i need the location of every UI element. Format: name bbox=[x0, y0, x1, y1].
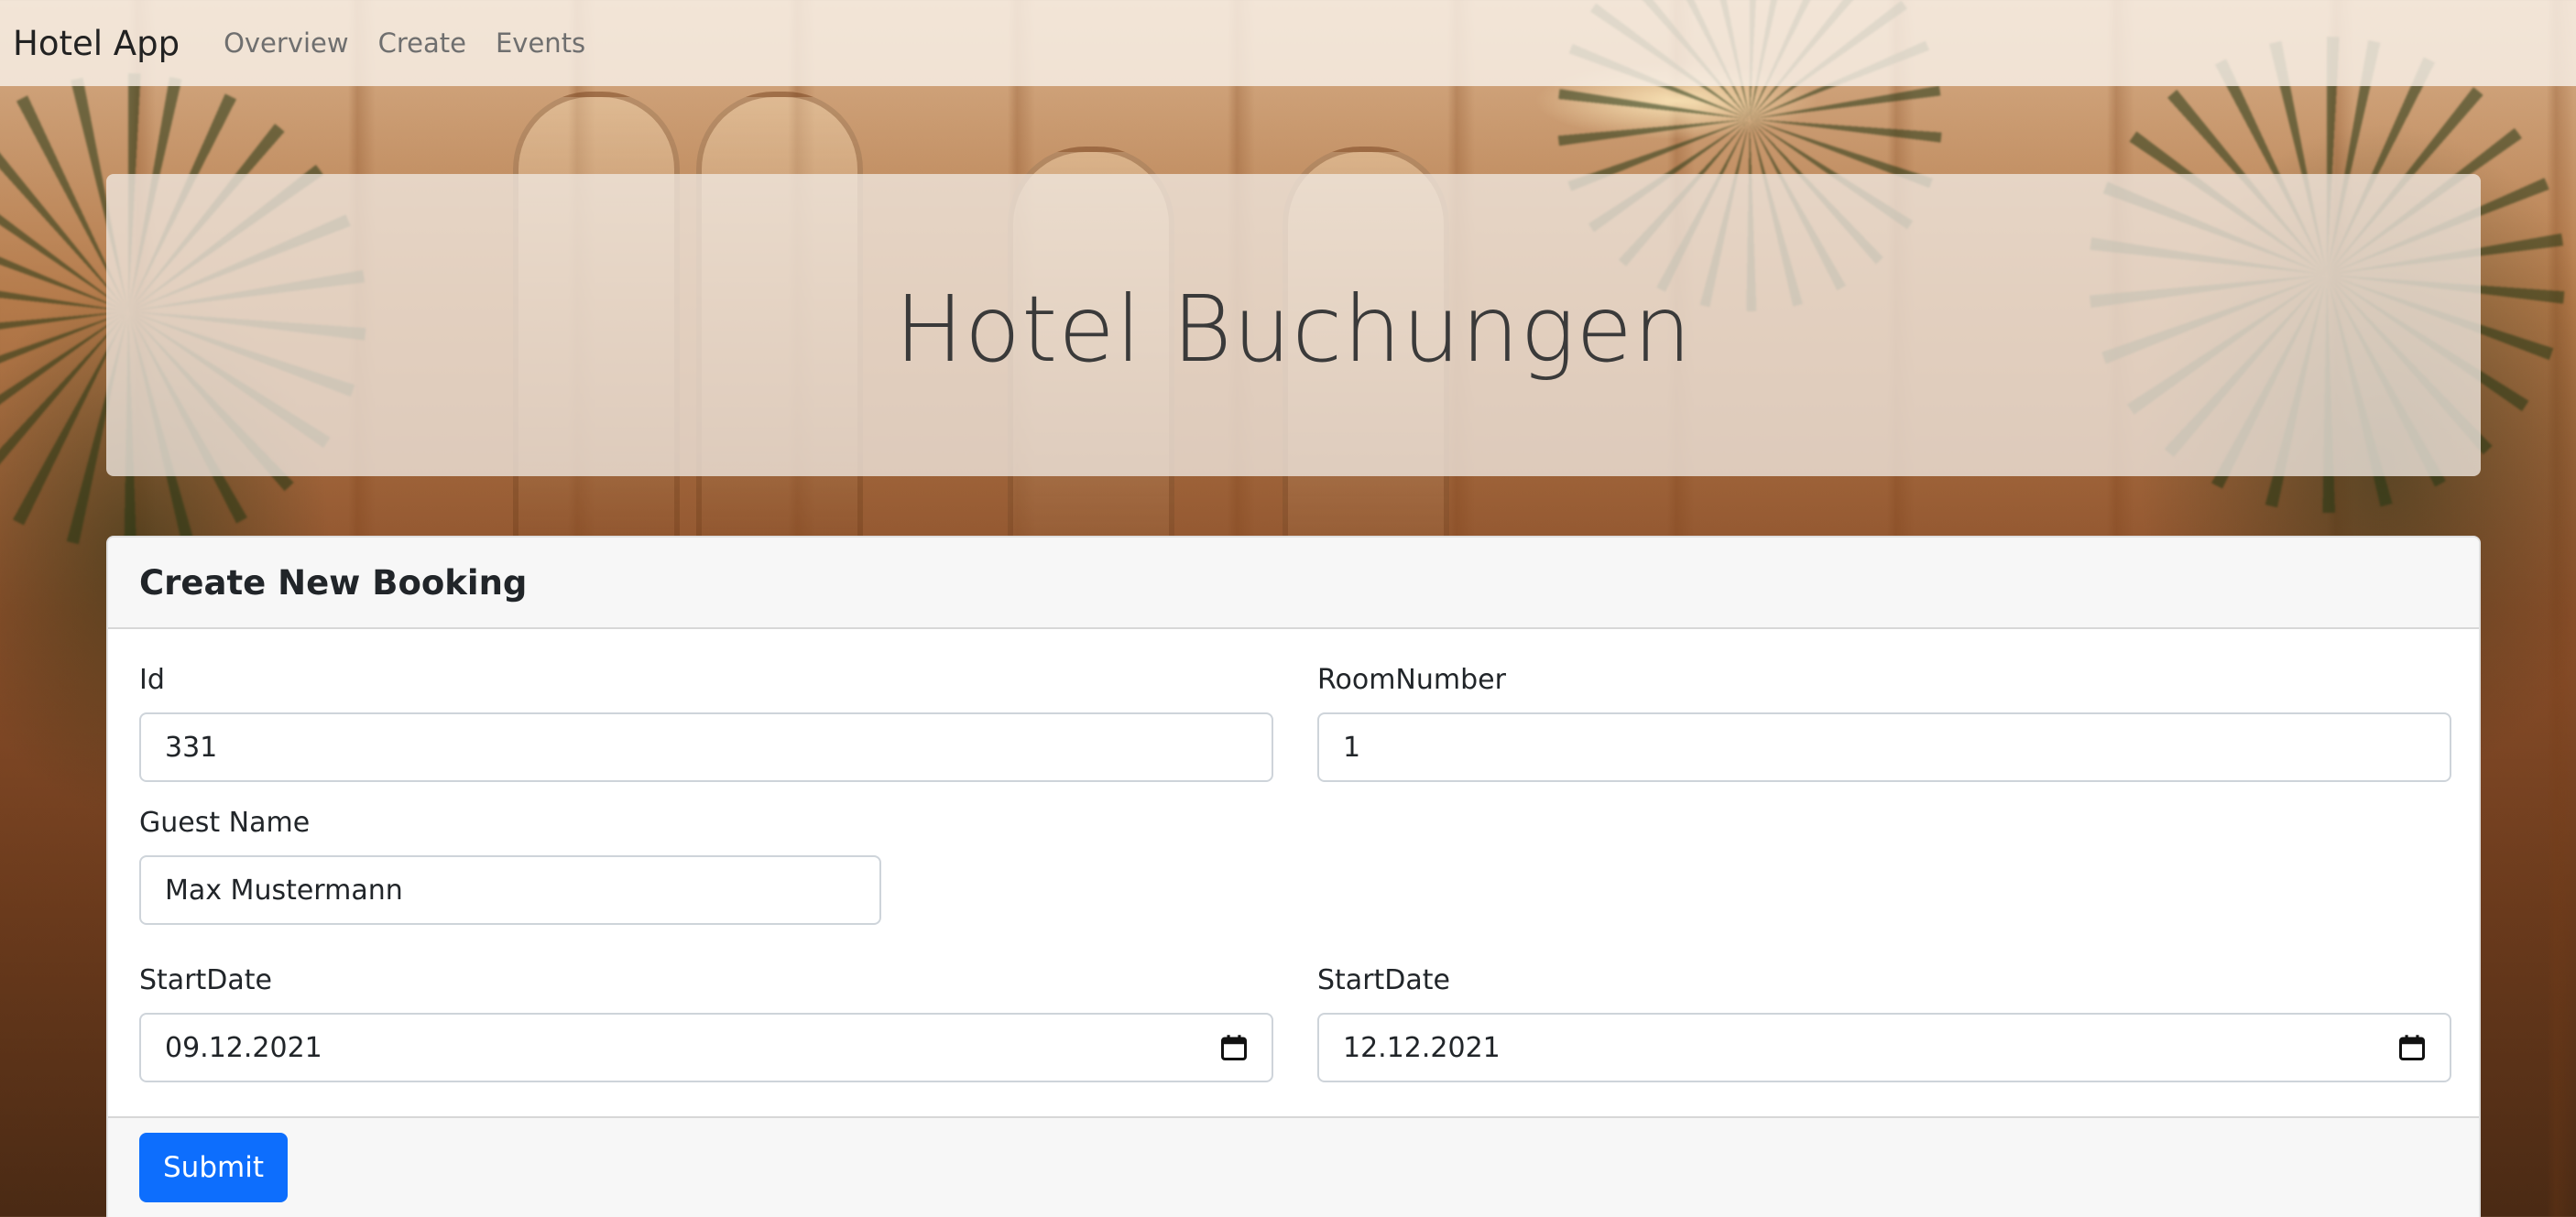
booking-form-card: Create New Booking Id 331 RoomNumber 1 G… bbox=[106, 536, 2481, 1217]
start-date-input-value: 09.12.2021 bbox=[165, 1031, 322, 1064]
end-date-input-value: 12.12.2021 bbox=[1343, 1031, 1501, 1064]
end-date-label: StartDate bbox=[1317, 964, 1450, 996]
card-footer: Submit bbox=[108, 1116, 2479, 1217]
room-number-input[interactable]: 1 bbox=[1317, 712, 2451, 782]
nav-link-events[interactable]: Events bbox=[496, 27, 585, 59]
id-label: Id bbox=[139, 664, 165, 696]
id-input[interactable]: 331 bbox=[139, 712, 1273, 782]
nav-link-overview[interactable]: Overview bbox=[224, 27, 349, 59]
end-date-field-group: StartDate 12.12.2021 bbox=[1317, 964, 2451, 1082]
guest-name-input-value: Max Mustermann bbox=[165, 874, 403, 907]
hero-banner: Hotel Buchungen bbox=[106, 174, 2481, 476]
submit-button[interactable]: Submit bbox=[139, 1133, 288, 1202]
form-title: Create New Booking bbox=[139, 562, 528, 603]
hero-title: Hotel Buchungen bbox=[894, 275, 1693, 383]
room-number-field-group: RoomNumber 1 bbox=[1317, 664, 2451, 782]
id-field-group: Id 331 bbox=[139, 664, 1273, 782]
top-navbar: Hotel App Overview Create Events bbox=[0, 0, 2576, 86]
guest-name-field-group: Guest Name Max Mustermann bbox=[139, 807, 881, 925]
start-date-input[interactable]: 09.12.2021 bbox=[139, 1013, 1273, 1082]
room-number-input-value: 1 bbox=[1343, 731, 1361, 764]
end-date-input[interactable]: 12.12.2021 bbox=[1317, 1013, 2451, 1082]
start-date-field-group: StartDate 09.12.2021 bbox=[139, 964, 1273, 1082]
id-input-value: 331 bbox=[165, 731, 218, 764]
card-header: Create New Booking bbox=[108, 538, 2479, 629]
start-date-label: StartDate bbox=[139, 964, 272, 996]
brand-link[interactable]: Hotel App bbox=[13, 24, 180, 63]
calendar-icon[interactable] bbox=[1220, 1034, 1248, 1061]
calendar-icon[interactable] bbox=[2398, 1034, 2426, 1061]
room-number-label: RoomNumber bbox=[1317, 664, 1506, 696]
guest-name-label: Guest Name bbox=[139, 807, 311, 839]
nav-link-create[interactable]: Create bbox=[378, 27, 466, 59]
guest-name-input[interactable]: Max Mustermann bbox=[139, 855, 881, 925]
